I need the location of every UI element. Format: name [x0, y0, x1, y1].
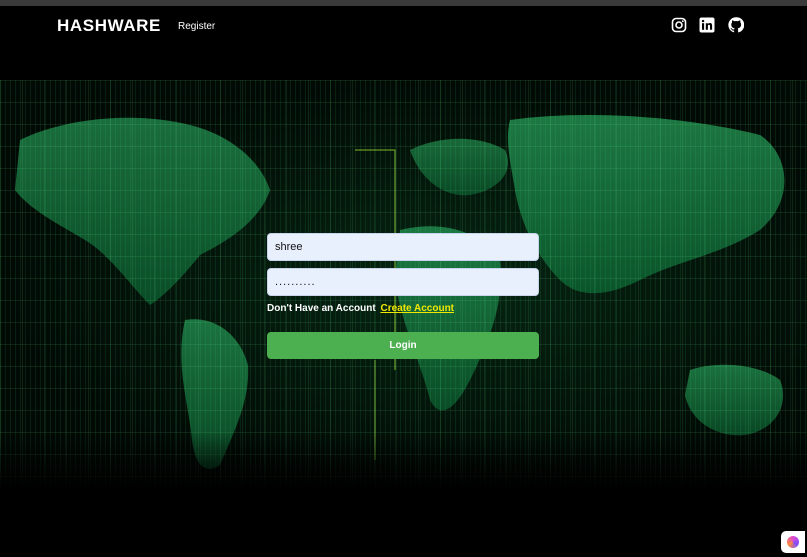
password-input[interactable] [267, 268, 539, 296]
login-form: Don't Have an Account Create Account Log… [267, 233, 539, 359]
assistant-logo-icon [787, 536, 799, 548]
floating-assistant-button[interactable] [781, 531, 805, 553]
brand-logo[interactable]: HASHWARE [57, 16, 161, 36]
linkedin-icon[interactable] [699, 17, 715, 33]
page: HASHWARE Register shree .......... Don't… [0, 0, 807, 557]
username-input[interactable] [267, 233, 539, 261]
create-account-prompt: Don't Have an Account Create Account [267, 303, 539, 314]
create-account-link[interactable]: Create Account [380, 303, 454, 314]
account-prompt-text: Don't Have an Account [267, 303, 376, 314]
nav-link-register[interactable]: Register [178, 21, 215, 32]
login-button[interactable]: Login [267, 332, 539, 359]
github-icon[interactable] [728, 17, 744, 33]
instagram-icon[interactable] [671, 17, 687, 33]
navbar: HASHWARE Register [0, 6, 807, 48]
